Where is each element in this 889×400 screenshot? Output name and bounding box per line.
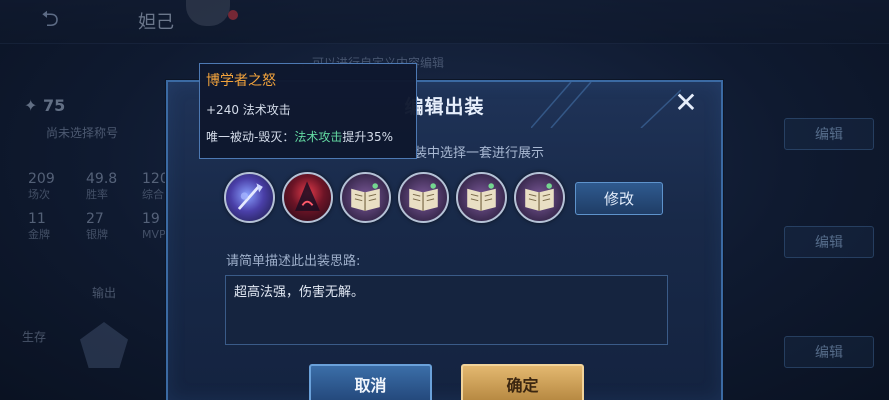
book-item-icon[interactable] <box>456 172 507 223</box>
hat-item-icon[interactable] <box>282 172 333 223</box>
tooltip-stat-line: +240 法术攻击 <box>206 103 291 117</box>
wand-item-icon[interactable] <box>224 172 275 223</box>
passive-highlight: 法术攻击 <box>294 130 343 144</box>
stat-mvp: 19 MVP <box>142 212 166 242</box>
back-arrow-icon[interactable]: ⮌ <box>20 6 80 36</box>
stat-value: 49.8 <box>86 171 118 187</box>
side-edit-button[interactable]: 编辑 <box>784 118 874 150</box>
equipment-list <box>224 172 565 223</box>
stat-label: 胜率 <box>86 188 108 201</box>
stat-label: 金牌 <box>28 228 50 241</box>
stat-gold: 11 金牌 <box>28 212 50 242</box>
passive-prefix: 唯一被动-毁灭： <box>206 130 295 144</box>
tooltip-passive-line: 唯一被动-毁灭：法术攻击提升35% <box>206 128 410 145</box>
description-textarea[interactable]: 超高法强，伤害无解。 <box>225 275 668 345</box>
hero-name: 妲己 <box>138 12 174 33</box>
score-number: 75 <box>42 96 66 115</box>
output-label: 输出 <box>92 286 117 300</box>
book-item-icon[interactable] <box>340 172 391 223</box>
radar-chart-shape <box>80 322 128 368</box>
title-status: 尚未选择称号 <box>46 126 119 140</box>
stat-silver: 27 银牌 <box>86 212 108 242</box>
side-edit-button[interactable]: 编辑 <box>784 336 874 368</box>
stat-value: 120 <box>142 171 169 187</box>
stat-value: 27 <box>86 211 104 227</box>
confirm-button[interactable]: 确定 <box>461 364 584 400</box>
score-value: ✦ 75 <box>24 96 66 115</box>
stat-label: 综合 <box>142 188 164 201</box>
book-item-icon[interactable] <box>398 172 449 223</box>
stat-label: 场次 <box>28 188 50 201</box>
description-label: 请简单描述此出装思路: <box>226 254 361 269</box>
notification-dot <box>228 10 238 20</box>
stat-rating: 120 综合 <box>142 172 169 202</box>
modify-button[interactable]: 修改 <box>575 182 663 215</box>
stat-matches: 209 场次 <box>28 172 55 202</box>
item-tooltip: 博学者之怒 +240 法术攻击 唯一被动-毁灭：法术攻击提升35% <box>199 63 417 159</box>
stat-winrate: 49.8 胜率 <box>86 172 117 202</box>
stat-value: 209 <box>28 171 55 187</box>
side-edit-button[interactable]: 编辑 <box>784 226 874 258</box>
survive-label: 生存 <box>22 330 47 344</box>
close-icon[interactable]: ✕ <box>671 88 701 118</box>
stat-label: MVP <box>142 228 166 241</box>
dialog-subtitle: 装中选择一套进行展示 <box>414 146 545 161</box>
top-bar: ⮌ 妲己 <box>0 0 889 44</box>
cancel-button[interactable]: 取消 <box>309 364 432 400</box>
passive-suffix: 提升35% <box>342 130 394 144</box>
book-item-icon[interactable] <box>514 172 565 223</box>
stat-value: 19 <box>142 211 160 227</box>
avatar[interactable] <box>186 0 230 26</box>
tooltip-title: 博学者之怒 <box>206 73 276 89</box>
stat-label: 银牌 <box>86 228 108 241</box>
stat-value: 11 <box>28 211 46 227</box>
